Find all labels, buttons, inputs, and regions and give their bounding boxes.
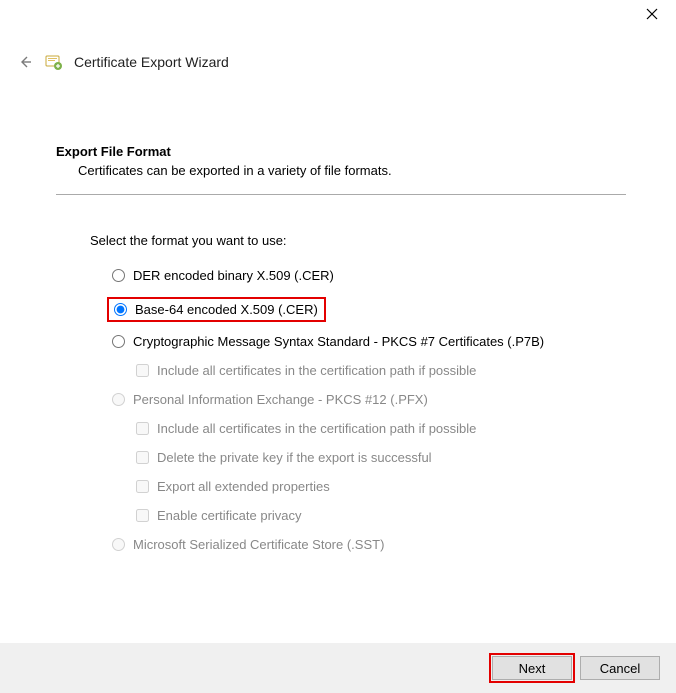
radio-pkcs7[interactable]: Cryptographic Message Syntax Standard - … [112,334,626,349]
footer-bar: Next Cancel [0,643,676,693]
checkbox-pfx-certprivacy: Enable certificate privacy [136,508,626,523]
format-options-group: DER encoded binary X.509 (.CER) Base-64 … [112,268,626,552]
next-button[interactable]: Next [492,656,572,680]
checkbox-pfx-deletekey-input [136,451,149,464]
checkbox-pfx-certprivacy-input [136,509,149,522]
divider [56,194,626,195]
radio-sst-label: Microsoft Serialized Certificate Store (… [133,537,384,552]
radio-der-input[interactable] [112,269,125,282]
radio-pfx-label: Personal Information Exchange - PKCS #12… [133,392,428,407]
instruction-text: Select the format you want to use: [90,233,626,248]
radio-sst-input [112,538,125,551]
radio-der[interactable]: DER encoded binary X.509 (.CER) [112,268,626,283]
certificate-icon [44,53,62,71]
radio-der-label: DER encoded binary X.509 (.CER) [133,268,334,283]
page-subheading: Certificates can be exported in a variet… [78,163,626,178]
close-icon[interactable] [642,4,662,28]
checkbox-pfx-deletekey: Delete the private key if the export is … [136,450,626,465]
back-button[interactable] [18,54,32,72]
checkbox-pfx-include-input [136,422,149,435]
checkbox-pkcs7-include-label: Include all certificates in the certific… [157,363,476,378]
checkbox-pfx-include-label: Include all certificates in the certific… [157,421,476,436]
radio-pfx-input [112,393,125,406]
checkbox-pfx-include: Include all certificates in the certific… [136,421,626,436]
checkbox-pfx-deletekey-label: Delete the private key if the export is … [157,450,432,465]
radio-base64-label: Base-64 encoded X.509 (.CER) [135,302,318,317]
checkbox-pfx-exportext-input [136,480,149,493]
cancel-button[interactable]: Cancel [580,656,660,680]
radio-pkcs7-input[interactable] [112,335,125,348]
checkbox-pfx-exportext: Export all extended properties [136,479,626,494]
radio-base64[interactable]: Base-64 encoded X.509 (.CER) [107,297,326,322]
radio-pfx: Personal Information Exchange - PKCS #12… [112,392,626,407]
checkbox-pkcs7-include-input [136,364,149,377]
checkbox-pkcs7-include: Include all certificates in the certific… [136,363,626,378]
radio-sst: Microsoft Serialized Certificate Store (… [112,537,626,552]
page-heading: Export File Format [56,144,626,159]
radio-base64-input[interactable] [114,303,127,316]
radio-pkcs7-label: Cryptographic Message Syntax Standard - … [133,334,544,349]
wizard-title: Certificate Export Wizard [74,54,229,70]
checkbox-pfx-exportext-label: Export all extended properties [157,479,330,494]
checkbox-pfx-certprivacy-label: Enable certificate privacy [157,508,302,523]
